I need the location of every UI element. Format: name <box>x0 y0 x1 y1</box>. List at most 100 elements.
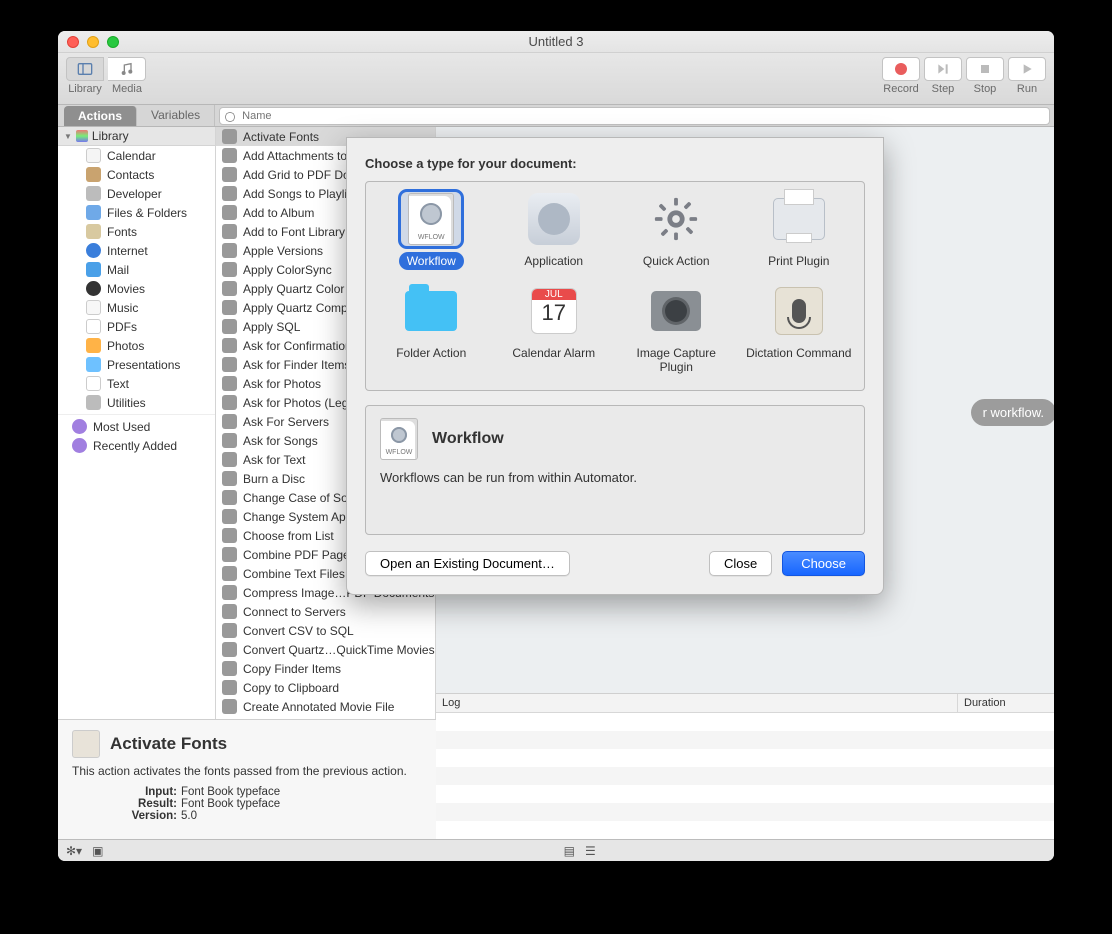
category-icon <box>86 262 101 277</box>
type-calendar-alarm[interactable]: JUL17 Calendar Alarm <box>493 284 616 376</box>
sidebar-item-mail[interactable]: Mail <box>58 260 215 279</box>
sheet-heading: Choose a type for your document: <box>365 156 865 171</box>
log-column-header[interactable]: Log <box>436 694 958 712</box>
action-label: Choose from List <box>243 529 334 543</box>
step-button[interactable]: Step <box>924 57 962 95</box>
sidebar-label: Movies <box>107 282 145 296</box>
sidebar-label: Calendar <box>107 149 156 163</box>
category-icon <box>86 376 101 391</box>
sidebar-label: Music <box>107 301 138 315</box>
status-bar: ✻▾ ▣ ▤ ☰ <box>58 839 1054 861</box>
library-toggle[interactable]: Library <box>66 57 104 95</box>
stop-button[interactable]: Stop <box>966 57 1004 95</box>
sidebar-label: PDFs <box>107 320 137 334</box>
log-pane: Log Duration <box>436 693 1054 839</box>
run-button[interactable]: Run <box>1008 57 1046 95</box>
close-button[interactable]: Close <box>709 551 772 576</box>
window-title: Untitled 3 <box>58 34 1054 49</box>
action-icon <box>222 357 237 372</box>
library-header-label: Library <box>92 129 129 143</box>
tab-actions[interactable]: Actions <box>64 106 137 126</box>
action-icon <box>222 167 237 182</box>
sidebar-icon <box>76 61 94 77</box>
action-icon <box>222 243 237 258</box>
library-header[interactable]: Library <box>58 127 215 146</box>
category-icon <box>86 186 101 201</box>
sidebar-item-contacts[interactable]: Contacts <box>58 165 215 184</box>
action-icon <box>222 186 237 201</box>
tab-variables[interactable]: Variables <box>137 105 215 126</box>
sidebar-item-developer[interactable]: Developer <box>58 184 215 203</box>
sidebar-item-pdfs[interactable]: PDFs <box>58 317 215 336</box>
type-print-plugin[interactable]: Print Plugin <box>738 192 861 270</box>
view-list-icon[interactable]: ▤ <box>564 844 575 858</box>
toggle-info-icon[interactable]: ▣ <box>92 844 103 858</box>
sidebar-item-photos[interactable]: Photos <box>58 336 215 355</box>
sidebar-label: Internet <box>107 244 148 258</box>
action-label: Add Songs to Playlist <box>243 187 356 201</box>
sidebar-item-presentations[interactable]: Presentations <box>58 355 215 374</box>
workflow-icon: WFLOW <box>380 418 420 460</box>
type-folder-action[interactable]: Folder Action <box>370 284 493 376</box>
type-workflow[interactable]: WFLOW Workflow <box>370 192 493 270</box>
media-toggle[interactable]: Media <box>108 57 146 95</box>
action-item[interactable]: Copy Finder Items <box>216 659 435 678</box>
sidebar-item-text[interactable]: Text <box>58 374 215 393</box>
sidebar-item-calendar[interactable]: Calendar <box>58 146 215 165</box>
action-icon <box>222 680 237 695</box>
media-icon <box>118 61 136 77</box>
type-quick-action[interactable]: Quick Action <box>615 192 738 270</box>
type-dictation-command[interactable]: Dictation Command <box>738 284 861 376</box>
type-application[interactable]: Application <box>493 192 616 270</box>
choose-button[interactable]: Choose <box>782 551 865 576</box>
sidebar-item-fonts[interactable]: Fonts <box>58 222 215 241</box>
action-icon <box>222 585 237 600</box>
microphone-icon <box>775 287 823 335</box>
action-item[interactable]: Connect to Servers <box>216 602 435 621</box>
action-icon <box>222 129 237 144</box>
action-icon <box>222 319 237 334</box>
sidebar-item-utilities[interactable]: Utilities <box>58 393 215 412</box>
gear-icon <box>646 192 706 246</box>
action-item[interactable]: Copy to Clipboard <box>216 678 435 697</box>
sidebar-item-music[interactable]: Music <box>58 298 215 317</box>
sidebar-item-most-used[interactable]: Most Used <box>58 417 215 436</box>
action-label: Ask for Confirmation <box>243 339 352 353</box>
gear-menu-icon[interactable]: ✻▾ <box>66 844 82 858</box>
printer-icon <box>773 198 825 240</box>
document-type-sheet: Choose a type for your document: WFLOW W… <box>346 137 884 595</box>
category-icon <box>86 281 101 296</box>
duration-column-header[interactable]: Duration <box>958 694 1054 712</box>
canvas-placeholder: r workflow. <box>971 399 1054 426</box>
action-item[interactable]: Convert Quartz…QuickTime Movies <box>216 640 435 659</box>
sidebar-label: Files & Folders <box>107 206 187 220</box>
log-rows <box>436 713 1054 839</box>
category-icon <box>86 167 101 182</box>
titlebar: Untitled 3 <box>58 31 1054 53</box>
step-label: Step <box>932 83 955 95</box>
action-item[interactable]: Create Annotated Movie File <box>216 697 435 716</box>
open-existing-button[interactable]: Open an Existing Document… <box>365 551 570 576</box>
sidebar-label: Mail <box>107 263 129 277</box>
sidebar-item-movies[interactable]: Movies <box>58 279 215 298</box>
action-icon <box>222 471 237 486</box>
action-icon <box>222 300 237 315</box>
action-icon <box>222 224 237 239</box>
sidebar-label: Utilities <box>107 396 146 410</box>
sidebar-item-recently-added[interactable]: Recently Added <box>58 436 215 455</box>
category-icon <box>86 300 101 315</box>
type-image-capture-plugin[interactable]: Image Capture Plugin <box>615 284 738 376</box>
record-button[interactable]: Record <box>882 57 920 95</box>
action-item[interactable]: Convert CSV to SQL <box>216 621 435 640</box>
view-flow-icon[interactable]: ☰ <box>585 844 596 858</box>
sidebar-label: Text <box>107 377 129 391</box>
camera-icon <box>651 291 701 331</box>
automator-window: Untitled 3 Library Media Record Step <box>58 31 1054 861</box>
sidebar-item-internet[interactable]: Internet <box>58 241 215 260</box>
search-input[interactable] <box>219 107 1050 125</box>
category-icon <box>86 148 101 163</box>
action-label: Ask for Songs <box>243 434 318 448</box>
sidebar-item-files-folders[interactable]: Files & Folders <box>58 203 215 222</box>
sidebar-label: Contacts <box>107 168 154 182</box>
sidebar-label: Presentations <box>107 358 180 372</box>
